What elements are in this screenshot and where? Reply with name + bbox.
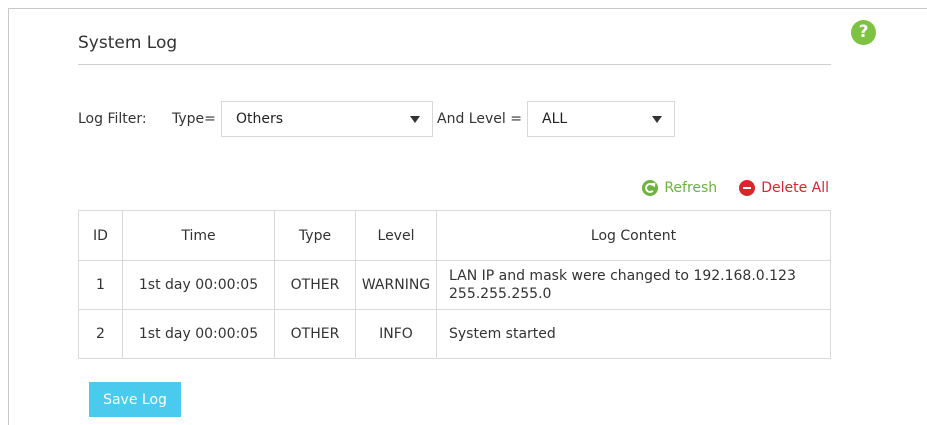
delete-all-label: Delete All (761, 180, 829, 196)
refresh-label: Refresh (664, 180, 718, 196)
log-table: ID Time Type Level Log Content 1 1st day… (78, 210, 831, 359)
level-select-value: ALL (542, 111, 568, 127)
save-log-button[interactable]: Save Log (89, 382, 181, 417)
log-content-line: 255.255.255.0 (449, 286, 552, 302)
cell-id: 1 (78, 260, 123, 310)
table-row: 2 1st day 00:00:05 OTHER INFO System sta… (78, 309, 831, 359)
page-title: System Log (78, 33, 178, 53)
cell-level: WARNING (355, 260, 437, 310)
log-content-line: LAN IP and mask were changed to 192.168.… (449, 268, 796, 284)
cell-log-content: LAN IP and mask were changed to 192.168.… (436, 260, 831, 310)
table-header-row: ID Time Type Level Log Content (78, 210, 831, 261)
chevron-down-icon (410, 116, 420, 123)
minus-circle-icon (739, 180, 756, 196)
log-filter-label: Log Filter: (78, 111, 147, 127)
cell-id: 2 (78, 309, 123, 359)
level-select[interactable]: ALL (527, 101, 675, 137)
delete-all-button[interactable]: Delete All (739, 180, 829, 196)
type-select-value: Others (236, 111, 284, 127)
column-header-level: Level (355, 210, 437, 261)
type-select[interactable]: Others (221, 101, 433, 137)
chevron-down-icon (652, 116, 662, 123)
cell-time: 1st day 00:00:05 (122, 260, 275, 310)
level-label: And Level = (437, 111, 522, 127)
cell-level: INFO (355, 309, 437, 359)
log-actions: Refresh Delete All (642, 178, 829, 198)
help-icon[interactable]: ? (851, 20, 876, 45)
log-content-line: System started (449, 326, 556, 342)
cell-log-content: System started (436, 309, 831, 359)
refresh-icon (642, 180, 659, 196)
cell-type: OTHER (274, 309, 356, 359)
refresh-button[interactable]: Refresh (642, 180, 717, 196)
column-header-log-content: Log Content (436, 210, 831, 261)
type-label: Type= (172, 111, 216, 127)
cell-time: 1st day 00:00:05 (122, 309, 275, 359)
column-header-type: Type (274, 210, 356, 261)
column-header-time: Time (122, 210, 275, 261)
title-divider (78, 64, 831, 65)
table-row: 1 1st day 00:00:05 OTHER WARNING LAN IP … (78, 260, 831, 310)
cell-type: OTHER (274, 260, 356, 310)
column-header-id: ID (78, 210, 123, 261)
log-filter-row: Log Filter: Type= Others And Level = ALL (78, 101, 838, 137)
